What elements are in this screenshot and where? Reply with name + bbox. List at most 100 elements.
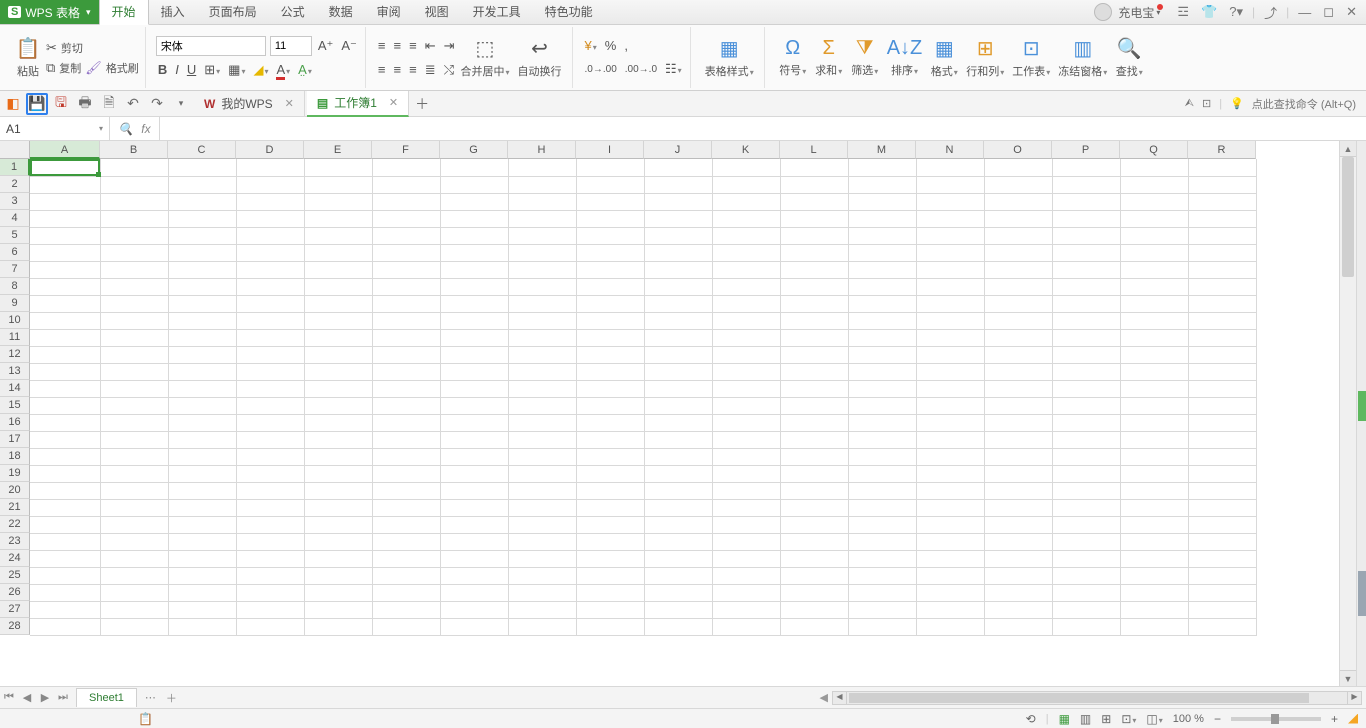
view-normal-icon[interactable]: ▦ (1059, 712, 1070, 726)
col-header-Q[interactable]: Q (1120, 141, 1188, 159)
align-bottom-icon[interactable]: ≡ (407, 36, 419, 55)
wrap-text-button[interactable]: ↩自动换行 (514, 34, 566, 81)
fill-color-button[interactable]: ◢▾ (251, 60, 270, 80)
col-header-R[interactable]: R (1188, 141, 1256, 159)
decimal-inc-icon[interactable]: .0→.00 (583, 62, 619, 77)
zoom-in-icon[interactable]: + (1331, 712, 1338, 726)
scroll-down-icon[interactable]: ▼ (1340, 670, 1356, 686)
side-marker-green[interactable] (1358, 391, 1366, 421)
status-refresh-icon[interactable]: ⟲ (1026, 712, 1036, 726)
row-header-3[interactable]: 3 (0, 193, 30, 210)
col-header-H[interactable]: H (508, 141, 576, 159)
bold-button[interactable]: B (156, 60, 169, 79)
col-header-P[interactable]: P (1052, 141, 1120, 159)
menu-tab-formula[interactable]: 公式 (269, 0, 317, 24)
align-middle-icon[interactable]: ≡ (392, 36, 404, 55)
row-header-14[interactable]: 14 (0, 380, 30, 397)
row-header-6[interactable]: 6 (0, 244, 30, 261)
qa-save-icon[interactable]: 💾 (26, 93, 48, 115)
col-header-K[interactable]: K (712, 141, 780, 159)
cell-style-button[interactable]: ▦▾ (226, 60, 247, 80)
row-header-26[interactable]: 26 (0, 584, 30, 601)
qa-saveas-icon[interactable]: 🖫 (50, 93, 72, 115)
row-header-15[interactable]: 15 (0, 397, 30, 414)
row-header-10[interactable]: 10 (0, 312, 30, 329)
col-header-N[interactable]: N (916, 141, 984, 159)
col-header-O[interactable]: O (984, 141, 1052, 159)
align-center-icon[interactable]: ≡ (392, 60, 404, 79)
comma-icon[interactable]: , (622, 36, 630, 55)
cancel-formula-icon[interactable]: 🔍 (118, 122, 133, 136)
percent-icon[interactable]: % (603, 36, 619, 55)
doctab-mywps[interactable]: W 我的WPS ✕ (194, 91, 305, 117)
filter-button[interactable]: ⧩筛选▾ (847, 35, 883, 80)
indent-dec-icon[interactable]: ⇤ (423, 36, 438, 56)
decrease-font-icon[interactable]: A⁻ (339, 36, 359, 56)
qa-more-icon[interactable]: ▾ (170, 93, 192, 115)
indent-inc-icon[interactable]: ⇥ (442, 36, 457, 56)
freeze-panes-button[interactable]: ▥冻结窗格▾ (1054, 34, 1111, 81)
qa-undo-icon[interactable]: ↶ (122, 93, 144, 115)
scroll-up-icon[interactable]: ▲ (1340, 141, 1356, 157)
fx-icon[interactable]: fx (141, 122, 150, 136)
font-size-input[interactable] (270, 36, 312, 56)
menu-tab-start[interactable]: 开始 (99, 0, 149, 25)
menu-tab-review[interactable]: 审阅 (365, 0, 413, 24)
resize-grip-icon[interactable] (1348, 714, 1358, 724)
app-badge[interactable]: S WPS 表格 ▾ (0, 0, 99, 24)
menu-tab-data[interactable]: 数据 (317, 0, 365, 24)
sort-button[interactable]: A↓Z排序▾ (883, 35, 927, 80)
cells[interactable] (30, 159, 1339, 686)
hscroll-right-icon[interactable]: ▶ (1347, 692, 1361, 704)
view-fullscreen-icon[interactable]: ◫▾ (1146, 712, 1162, 726)
format-painter-button[interactable]: 🖌格式刷 (85, 60, 139, 76)
format-button[interactable]: ▦格式▾ (926, 34, 962, 81)
row-header-21[interactable]: 21 (0, 499, 30, 516)
phonetic-button[interactable]: A̤▾ (296, 60, 314, 79)
row-header-20[interactable]: 20 (0, 482, 30, 499)
merge-center-button[interactable]: ⬚合并居中▾ (457, 34, 514, 81)
sheet-nav-prev-icon[interactable]: ◀ (18, 691, 36, 704)
row-header-7[interactable]: 7 (0, 261, 30, 278)
menu-tab-insert[interactable]: 插入 (149, 0, 197, 24)
row-header-9[interactable]: 9 (0, 295, 30, 312)
row-header-27[interactable]: 27 (0, 601, 30, 618)
zoom-out-icon[interactable]: − (1214, 712, 1221, 726)
row-header-1[interactable]: 1 (0, 159, 30, 176)
skin-icon[interactable]: ☲ (1174, 4, 1192, 20)
view-pagelayout-icon[interactable]: ▥ (1080, 712, 1091, 726)
hscroll-left-icon[interactable]: ◀ (833, 692, 847, 704)
horizontal-scrollbar[interactable]: ◀ ▶ (832, 691, 1362, 705)
toolbar-pin-icon[interactable]: ⊡ (1202, 97, 1211, 110)
qa-print-icon[interactable]: 🖶 (74, 93, 96, 115)
row-header-17[interactable]: 17 (0, 431, 30, 448)
command-search-hint[interactable]: 点此查找命令 (Alt+Q) (1252, 96, 1356, 112)
sheet-nav-first-icon[interactable]: ⏮ (0, 691, 18, 704)
maximize-icon[interactable]: ◻ (1320, 4, 1337, 20)
view-reading-icon[interactable]: ⊡▾ (1121, 712, 1136, 726)
avatar-icon[interactable] (1094, 3, 1112, 21)
row-header-13[interactable]: 13 (0, 363, 30, 380)
sheet-add-icon[interactable]: ＋ (166, 690, 177, 706)
align-justify-icon[interactable]: ≣ (423, 60, 438, 80)
toolbar-collapse-icon[interactable]: ⮙ (1185, 97, 1194, 110)
close-icon[interactable]: ✕ (1343, 4, 1360, 20)
align-right-icon[interactable]: ≡ (407, 60, 419, 79)
menu-tab-layout[interactable]: 页面布局 (197, 0, 269, 24)
upload-icon[interactable]: ⤴ (1261, 3, 1280, 22)
row-header-25[interactable]: 25 (0, 567, 30, 584)
row-header-4[interactable]: 4 (0, 210, 30, 227)
row-header-11[interactable]: 11 (0, 329, 30, 346)
zoom-slider[interactable] (1231, 717, 1321, 721)
row-header-2[interactable]: 2 (0, 176, 30, 193)
italic-button[interactable]: I (173, 60, 181, 79)
currency-icon[interactable]: ¥▾ (583, 36, 599, 55)
menu-tab-view[interactable]: 视图 (413, 0, 461, 24)
font-name-input[interactable] (156, 36, 266, 56)
sheet-tab-sheet1[interactable]: Sheet1 (76, 688, 137, 707)
sheet-tabs-more-icon[interactable]: ⋯ (137, 691, 166, 704)
shirt-icon[interactable]: 👕 (1198, 4, 1220, 20)
col-header-I[interactable]: I (576, 141, 644, 159)
col-header-B[interactable]: B (100, 141, 168, 159)
border-button[interactable]: ⊞▾ (202, 60, 222, 80)
